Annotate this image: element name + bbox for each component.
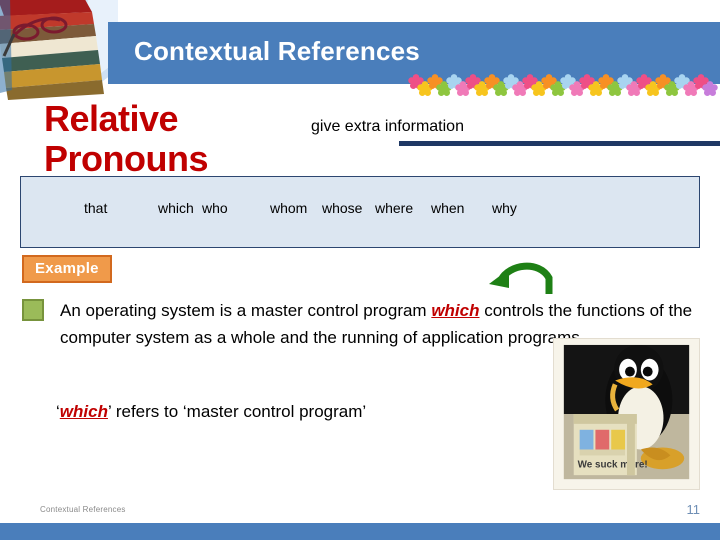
pronoun-whom: whom — [270, 200, 308, 216]
pronoun-which: which — [158, 200, 194, 216]
paragraph-part-1: An operating system is a master control … — [60, 301, 432, 320]
pronoun-list: that which who whom whose where when why — [84, 200, 684, 216]
divider-rule — [399, 141, 720, 146]
main-title: Relative Pronouns — [44, 98, 209, 179]
keyword-which-1: which — [431, 301, 480, 320]
keyword-which-2: which — [59, 402, 108, 421]
green-square-bullet-icon — [22, 299, 44, 321]
footer-label: Contextual References — [40, 505, 126, 514]
pronoun-whose: whose — [322, 200, 363, 216]
pronoun-who: who — [202, 200, 228, 216]
flower-border-decoration — [408, 74, 718, 96]
tux-penguin-photo: We suck more! — [553, 338, 700, 490]
svg-text:We suck more!: We suck more! — [578, 459, 648, 470]
pronoun-that: that — [84, 200, 108, 216]
pronoun-when: when — [431, 200, 465, 216]
refers-rest: ’ refers to ‘master control program’ — [107, 402, 367, 421]
pronoun-why: why — [492, 200, 517, 216]
page-number: 11 — [686, 502, 701, 517]
example-badge: Example — [22, 255, 112, 283]
page-title: Contextual References — [134, 36, 420, 66]
stack-of-books-image — [0, 0, 118, 100]
slide-canvas: Contextual References Relative Pronouns … — [0, 0, 720, 540]
curved-green-arrow-icon — [489, 262, 553, 294]
subtitle: give extra information — [311, 118, 464, 135]
pronoun-where: where — [375, 200, 414, 216]
bottom-accent-bar — [0, 523, 720, 540]
